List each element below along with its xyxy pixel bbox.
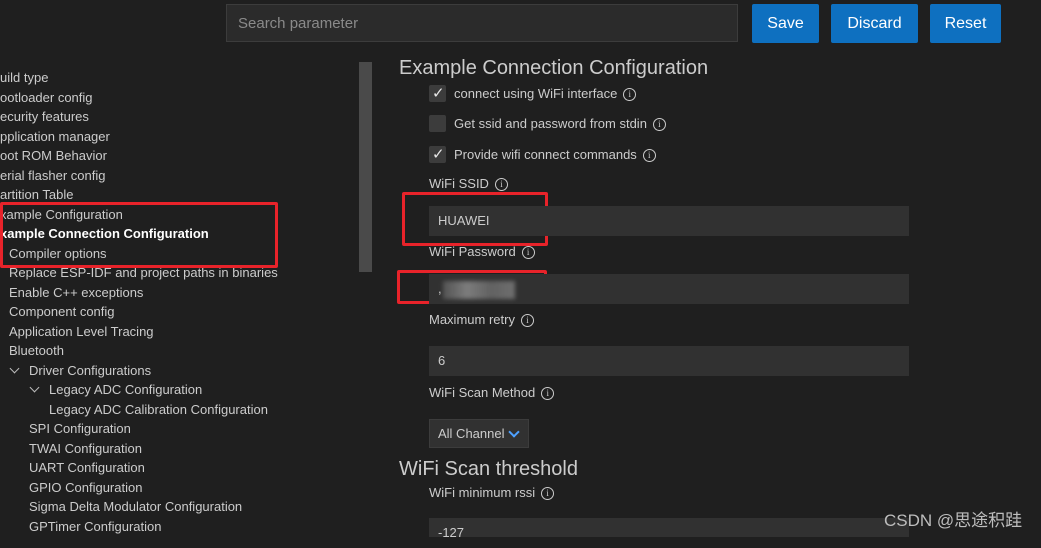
- tree-item-security-features[interactable]: ecurity features: [0, 107, 89, 126]
- retry-label-text: Maximum retry: [429, 312, 515, 327]
- tree-item-spi-configuration[interactable]: SPI Configuration: [29, 419, 131, 438]
- scan-method-value: All Channel: [438, 426, 505, 441]
- search-input[interactable]: [226, 4, 738, 42]
- rssi-label: WiFi minimum rssi i: [429, 485, 555, 501]
- chevron-down-icon[interactable]: [9, 363, 20, 374]
- tree-item-uart-configuration[interactable]: UART Configuration: [29, 458, 145, 477]
- retry-input[interactable]: 6: [429, 346, 909, 376]
- scan-method-select[interactable]: All Channel: [429, 419, 529, 448]
- checkmark-icon: ✓: [432, 85, 445, 102]
- tree-item-legacy-adc-calibration[interactable]: Legacy ADC Calibration Configuration: [49, 400, 268, 419]
- tree-item-bootloader-config[interactable]: ootloader config: [0, 88, 93, 107]
- scan-threshold-title: WiFi Scan threshold: [399, 458, 578, 480]
- ssid-label-text: WiFi SSID: [429, 176, 489, 191]
- checkbox-label: Provide wifi connect commands: [454, 147, 637, 162]
- tree-item-build-type[interactable]: uild type: [0, 68, 48, 87]
- highlight-box: [0, 202, 278, 268]
- section-title: Example Connection Configuration: [399, 57, 709, 79]
- sidebar-scrollbar[interactable]: [359, 62, 372, 272]
- chevron-down-icon: [508, 426, 520, 438]
- tree-item-component-config[interactable]: Component config: [9, 302, 115, 321]
- watermark: CSDN @思途积跬: [884, 511, 1023, 530]
- info-icon[interactable]: i: [521, 246, 535, 260]
- checkbox[interactable]: ✓: [429, 85, 446, 102]
- tree-item-gpio-configuration[interactable]: GPIO Configuration: [29, 478, 142, 497]
- checkbox[interactable]: [429, 115, 446, 132]
- chevron-down-icon[interactable]: [29, 382, 40, 393]
- tree-item-enable-cpp-exceptions[interactable]: Enable C++ exceptions: [9, 283, 143, 302]
- info-icon[interactable]: i: [623, 88, 637, 102]
- info-icon[interactable]: i: [541, 387, 555, 401]
- tree-item-legacy-adc-configuration[interactable]: Legacy ADC Configuration: [49, 380, 202, 399]
- redaction-blur: [443, 281, 515, 299]
- checkbox[interactable]: ✓: [429, 146, 446, 163]
- info-icon[interactable]: i: [652, 118, 666, 132]
- info-icon[interactable]: i: [541, 487, 555, 501]
- rssi-input[interactable]: -127: [429, 518, 909, 540]
- rssi-label-text: WiFi minimum rssi: [429, 485, 536, 500]
- info-icon[interactable]: i: [642, 149, 656, 163]
- tree-item-driver-configurations[interactable]: Driver Configurations: [29, 361, 151, 380]
- reset-button[interactable]: Reset: [930, 4, 1001, 43]
- checkbox-label: Get ssid and password from stdin: [454, 116, 647, 131]
- ssid-label: WiFi SSID i: [429, 176, 508, 192]
- tree-item-twai-configuration[interactable]: TWAI Configuration: [29, 439, 142, 458]
- save-button[interactable]: Save: [752, 4, 819, 43]
- info-icon[interactable]: i: [520, 314, 534, 328]
- checkmark-icon: ✓: [432, 146, 445, 163]
- retry-label: Maximum retry i: [429, 312, 534, 328]
- discard-button[interactable]: Discard: [831, 4, 918, 43]
- info-icon[interactable]: i: [494, 178, 508, 192]
- tree-item-sigma-delta-configuration[interactable]: Sigma Delta Modulator Configuration: [29, 497, 242, 516]
- tree-item-boot-rom-behavior[interactable]: oot ROM Behavior: [0, 146, 107, 165]
- ssid-input[interactable]: HUAWEI: [429, 206, 909, 236]
- scan-method-label: WiFi Scan Method i: [429, 385, 555, 401]
- password-label-text: WiFi Password: [429, 244, 516, 259]
- checkbox-label: connect using WiFi interface: [454, 86, 618, 101]
- config-tree: uild type ootloader config ecurity featu…: [0, 68, 355, 537]
- tree-item-gptimer-configuration[interactable]: GPTimer Configuration: [29, 517, 161, 536]
- tree-item-serial-flasher-config[interactable]: erial flasher config: [0, 166, 106, 185]
- tree-item-application-level-tracing[interactable]: Application Level Tracing: [9, 322, 154, 341]
- tree-item-application-manager[interactable]: pplication manager: [0, 127, 110, 146]
- password-label: WiFi Password i: [429, 244, 535, 260]
- tree-item-bluetooth[interactable]: Bluetooth: [9, 341, 64, 360]
- scan-method-label-text: WiFi Scan Method: [429, 385, 536, 400]
